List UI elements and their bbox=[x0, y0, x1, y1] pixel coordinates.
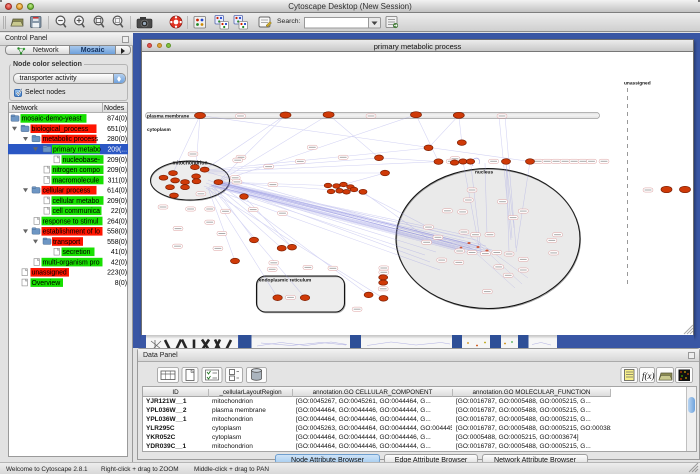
svg-text:223(0): 223(0) bbox=[107, 270, 127, 277]
svg-text:nucleus: nucleus bbox=[475, 170, 493, 176]
svg-text:41(0): 41(0) bbox=[111, 249, 127, 256]
svg-text:651(0): 651(0) bbox=[107, 126, 127, 133]
svg-text:42(0): 42(0) bbox=[111, 259, 127, 266]
svg-text:cell communica: cell communica bbox=[53, 208, 101, 215]
svg-text:unassigned: unassigned bbox=[32, 270, 67, 277]
svg-text:209(0): 209(0) bbox=[107, 157, 127, 164]
svg-text:209(0): 209(0) bbox=[107, 167, 127, 174]
svg-text:8(0): 8(0) bbox=[115, 280, 127, 287]
svg-text:558(0): 558(0) bbox=[107, 239, 127, 246]
svg-text:metabolic process: metabolic process bbox=[43, 136, 99, 143]
svg-text:secretion: secretion bbox=[63, 249, 91, 256]
svg-text:f(x): f(x) bbox=[642, 371, 655, 381]
svg-text:transport: transport bbox=[53, 239, 80, 246]
svg-text:plasma membrane: plasma membrane bbox=[147, 113, 189, 119]
svg-text:primary metabo: primary metabo bbox=[53, 147, 101, 154]
svg-text:311(0): 311(0) bbox=[108, 177, 127, 184]
svg-text:209(...: 209(... bbox=[107, 147, 127, 154]
svg-text:biological_process: biological_process bbox=[32, 126, 89, 133]
svg-text:endoplasmic reticulum: endoplasmic reticulum bbox=[259, 278, 311, 284]
svg-text:establishment of lo: establishment of lo bbox=[43, 229, 101, 236]
svg-text:Overview: Overview bbox=[32, 280, 61, 287]
svg-text:nitrogen compo: nitrogen compo bbox=[53, 167, 101, 174]
svg-text:nucleobase-: nucleobase- bbox=[63, 157, 101, 164]
svg-text:614(0): 614(0) bbox=[107, 188, 127, 195]
svg-text:cytoplasm: cytoplasm bbox=[147, 127, 171, 133]
svg-text:macromolecule: macromolecule bbox=[53, 177, 100, 184]
svg-text:mitochondrion: mitochondrion bbox=[173, 160, 208, 166]
svg-text:mosaic-demo-yeast: mosaic-demo-yeast bbox=[22, 116, 82, 123]
svg-text:cellular metabo: cellular metabo bbox=[53, 198, 100, 205]
svg-text:264(0): 264(0) bbox=[107, 218, 127, 225]
svg-text:response to stimul: response to stimul bbox=[43, 218, 99, 225]
svg-text:unassigned: unassigned bbox=[624, 81, 651, 87]
svg-text:209(0): 209(0) bbox=[107, 198, 127, 205]
svg-text:multi-organism pro: multi-organism pro bbox=[43, 259, 100, 266]
svg-text:280(0): 280(0) bbox=[107, 136, 127, 143]
svg-text:cellular process: cellular process bbox=[43, 188, 91, 195]
svg-text:874(0): 874(0) bbox=[107, 116, 127, 123]
svg-text:558(0): 558(0) bbox=[107, 229, 127, 236]
svg-text:22(0): 22(0) bbox=[111, 208, 127, 215]
